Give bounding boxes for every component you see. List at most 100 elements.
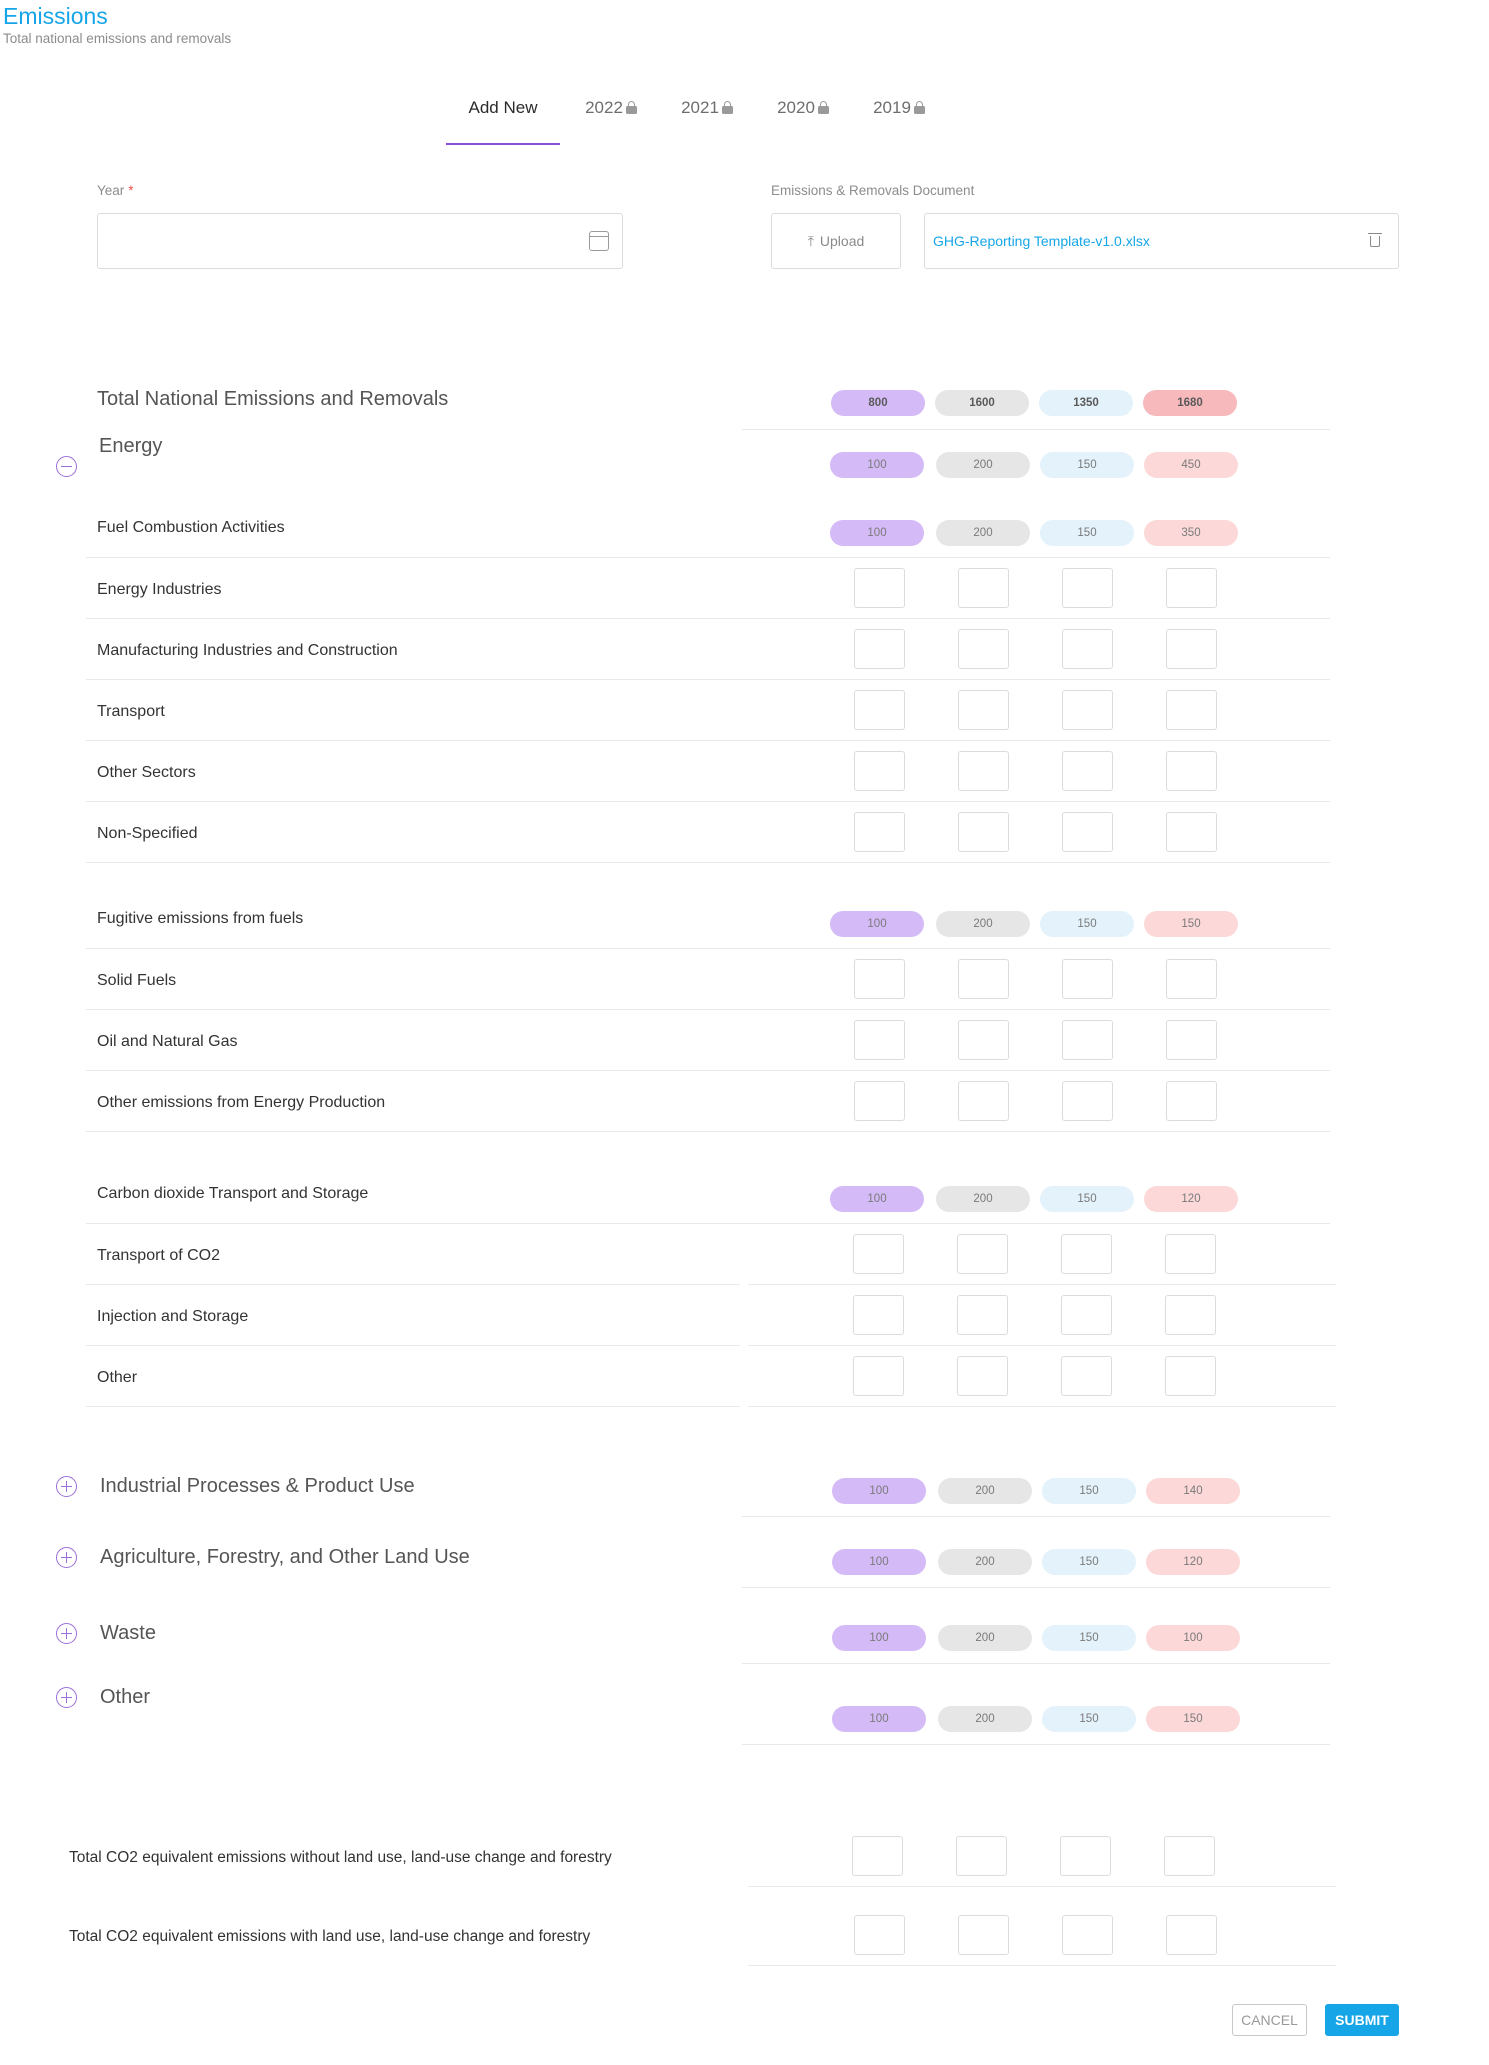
group-value-pill: 100	[830, 911, 924, 937]
value-input[interactable]	[1062, 1915, 1113, 1955]
value-input[interactable]	[1166, 1081, 1217, 1121]
group-title: Fugitive emissions from fuels	[97, 910, 304, 927]
value-input[interactable]	[854, 629, 905, 669]
row-label: Manufacturing Industries and Constructio…	[97, 642, 398, 659]
section-value-pill: 150	[1042, 1549, 1136, 1575]
value-input[interactable]	[1062, 812, 1113, 852]
expand-icon[interactable]	[56, 1476, 77, 1497]
value-input[interactable]	[1165, 1356, 1216, 1396]
group-value-pill: 200	[936, 1186, 1030, 1212]
value-input[interactable]	[854, 1020, 905, 1060]
submit-button[interactable]: SUBMIT	[1325, 2004, 1399, 2036]
value-input[interactable]	[957, 1356, 1008, 1396]
value-input[interactable]	[957, 1234, 1008, 1274]
divider	[748, 1284, 1336, 1285]
value-input[interactable]	[1062, 690, 1113, 730]
divider	[86, 557, 1330, 558]
value-input[interactable]	[854, 812, 905, 852]
total-without-lulucf-label: Total CO2 equivalent emissions without l…	[69, 1849, 612, 1866]
year-label: Year *	[97, 183, 134, 198]
total-national-title: Total National Emissions and Removals	[97, 388, 449, 410]
section-value-pill: 100	[1146, 1625, 1240, 1651]
value-input[interactable]	[1062, 629, 1113, 669]
upload-button[interactable]: ⤒ Upload	[771, 213, 901, 269]
value-input[interactable]	[1166, 568, 1217, 608]
divider	[748, 1345, 1336, 1346]
value-input[interactable]	[854, 1915, 905, 1955]
required-marker: *	[128, 183, 134, 198]
value-input[interactable]	[1166, 1020, 1217, 1060]
cancel-button[interactable]: CANCEL	[1232, 2004, 1307, 2036]
group-value-pill: 100	[830, 520, 924, 546]
value-input[interactable]	[958, 1020, 1009, 1060]
value-input[interactable]	[1166, 959, 1217, 999]
tab-label: 2021	[681, 98, 719, 117]
value-input[interactable]	[958, 629, 1009, 669]
value-input[interactable]	[1060, 1836, 1111, 1876]
value-input[interactable]	[854, 959, 905, 999]
lock-icon	[625, 101, 637, 114]
value-input[interactable]	[854, 568, 905, 608]
collapse-icon[interactable]	[56, 456, 77, 477]
value-input[interactable]	[958, 959, 1009, 999]
value-input[interactable]	[958, 812, 1009, 852]
divider	[86, 1070, 1330, 1071]
value-input[interactable]	[958, 1081, 1009, 1121]
energy-value-pill: 450	[1144, 452, 1238, 478]
value-input[interactable]	[1061, 1295, 1112, 1335]
value-input[interactable]	[958, 1915, 1009, 1955]
value-input[interactable]	[1061, 1234, 1112, 1274]
value-input[interactable]	[1166, 751, 1217, 791]
expand-icon[interactable]	[56, 1623, 77, 1644]
document-file-field: GHG-Reporting Template-v1.0.xlsx	[924, 213, 1399, 269]
file-name-link[interactable]: GHG-Reporting Template-v1.0.xlsx	[933, 233, 1150, 249]
value-input[interactable]	[852, 1836, 903, 1876]
value-input[interactable]	[958, 751, 1009, 791]
value-input[interactable]	[1062, 1081, 1113, 1121]
divider	[86, 679, 1330, 680]
divider	[86, 1009, 1330, 1010]
value-input[interactable]	[1166, 690, 1217, 730]
tab-add-new[interactable]: Add New	[446, 96, 560, 144]
value-input[interactable]	[853, 1295, 904, 1335]
value-input[interactable]	[1062, 568, 1113, 608]
value-input[interactable]	[958, 690, 1009, 730]
expand-icon[interactable]	[56, 1547, 77, 1568]
total-with-lulucf-label: Total CO2 equivalent emissions with land…	[69, 1928, 591, 1945]
section-value-pill: 200	[938, 1549, 1032, 1575]
group-value-pill: 150	[1040, 520, 1134, 546]
delete-icon[interactable]	[1368, 233, 1382, 247]
value-input[interactable]	[956, 1836, 1007, 1876]
row-label: Injection and Storage	[97, 1308, 249, 1325]
value-input[interactable]	[854, 751, 905, 791]
value-input[interactable]	[958, 568, 1009, 608]
value-input[interactable]	[1062, 751, 1113, 791]
value-input[interactable]	[1062, 1020, 1113, 1060]
value-input[interactable]	[1164, 1836, 1215, 1876]
value-input[interactable]	[854, 1081, 905, 1121]
value-input[interactable]	[1166, 1915, 1217, 1955]
value-input[interactable]	[1166, 812, 1217, 852]
value-input[interactable]	[1165, 1234, 1216, 1274]
group-value-pill: 150	[1040, 911, 1134, 937]
section-value-pill: 120	[1146, 1549, 1240, 1575]
value-input[interactable]	[1061, 1356, 1112, 1396]
value-input[interactable]	[1165, 1295, 1216, 1335]
tab-2022[interactable]: 2022	[578, 96, 644, 144]
value-input[interactable]	[1166, 629, 1217, 669]
value-input[interactable]	[853, 1356, 904, 1396]
tab-2020[interactable]: 2020	[770, 96, 836, 144]
expand-icon[interactable]	[56, 1687, 77, 1708]
tab-2021[interactable]: 2021	[674, 96, 740, 144]
calendar-icon[interactable]	[589, 231, 609, 251]
value-input[interactable]	[957, 1295, 1008, 1335]
year-input[interactable]	[97, 213, 623, 269]
value-input[interactable]	[854, 690, 905, 730]
row-label: Other Sectors	[97, 764, 196, 781]
total-value-pill: 800	[831, 390, 925, 416]
value-input[interactable]	[1062, 959, 1113, 999]
tab-2019[interactable]: 2019	[866, 96, 932, 144]
value-input[interactable]	[853, 1234, 904, 1274]
divider	[86, 1131, 1330, 1132]
page-title: Emissions	[3, 3, 108, 29]
